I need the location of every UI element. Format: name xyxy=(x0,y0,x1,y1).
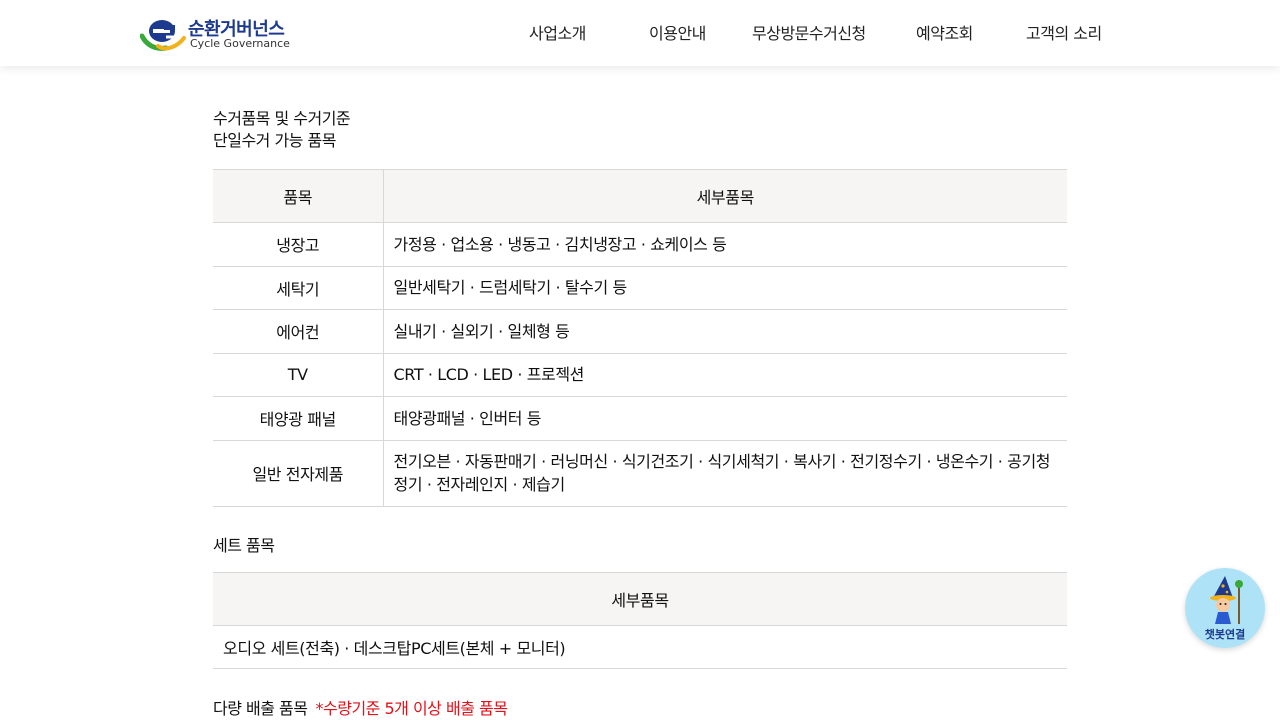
nav-item-business-intro[interactable]: 사업소개 xyxy=(529,20,586,44)
site-header: 순환거버넌스 Cycle Governance 사업소개 이용안내 무상방문수거… xyxy=(0,0,1280,66)
logo-english-text: Cycle Governance xyxy=(190,37,290,50)
header-detail: 세부품목 xyxy=(213,571,1067,626)
wizard-mascot-icon xyxy=(1210,576,1243,624)
detail-cell: 태양광패널 · 인버터 등 xyxy=(383,396,1067,441)
nav-item-usage-guide[interactable]: 이용안내 xyxy=(649,20,706,44)
detail-cell: 실내기 · 실외기 · 일체형 등 xyxy=(383,309,1067,354)
table-row: 일반 전자제품 전기오븐 · 자동판매기 · 러닝머신 · 식기건조기 · 식기… xyxy=(213,440,1067,507)
item-cell: 세탁기 xyxy=(213,266,384,310)
e-logo-icon xyxy=(140,20,186,51)
bulk-items-label: 다량 배출 품목 xyxy=(213,698,308,718)
set-items-table: 세부품목 오디오 세트(전축) · 데스크탑PC세트(본체 + 모니터) xyxy=(213,571,1067,669)
detail-cell: CRT · LCD · LED · 프로젝션 xyxy=(383,353,1067,397)
main-content: 수거품목 및 수거기준 단일수거 가능 품목 품목 세부품목 냉장고 가정용 ·… xyxy=(213,108,1067,720)
detail-cell: 전기오븐 · 자동판매기 · 러닝머신 · 식기건조기 · 식기세척기 · 복사… xyxy=(383,440,1067,507)
section-title-set-items: 세트 품목 xyxy=(213,535,275,555)
nav-item-free-pickup-request[interactable]: 무상방문수거신청 xyxy=(752,20,866,44)
chatbot-button[interactable]: 챗봇연결 xyxy=(1185,568,1265,648)
table-header-row: 세부품목 xyxy=(213,571,1067,626)
item-cell: TV xyxy=(213,353,384,397)
page-title: 수거품목 및 수거기준 xyxy=(213,109,351,128)
header-item: 품목 xyxy=(213,169,384,223)
bulk-items-note: *수량기준 5개 이상 배출 품목 xyxy=(315,698,508,718)
single-items-table: 품목 세부품목 냉장고 가정용 · 업소용 · 냉동고 · 김치냉장고 · 쇼케… xyxy=(213,169,1067,507)
detail-cell: 가정용 · 업소용 · 냉동고 · 김치냉장고 · 쇼케이스 등 xyxy=(383,222,1067,267)
item-cell: 냉장고 xyxy=(213,222,384,267)
site-logo[interactable]: 순환거버넌스 Cycle Governance xyxy=(140,14,300,54)
table-row: 에어컨 실내기 · 실외기 · 일체형 등 xyxy=(213,309,1067,354)
table-row: TV CRT · LCD · LED · 프로젝션 xyxy=(213,353,1067,397)
item-cell: 에어컨 xyxy=(213,309,384,354)
table-row: 세탁기 일반세탁기 · 드럼세탁기 · 탈수기 등 xyxy=(213,266,1067,310)
item-cell: 일반 전자제품 xyxy=(213,440,384,507)
detail-cell: 오디오 세트(전축) · 데스크탑PC세트(본체 + 모니터) xyxy=(213,625,1067,669)
chatbot-label: 챗봇연결 xyxy=(1204,628,1246,641)
table-row: 태양광 패널 태양광패널 · 인버터 등 xyxy=(213,396,1067,441)
table-header-row: 품목 세부품목 xyxy=(213,169,1067,223)
header-detail: 세부품목 xyxy=(383,169,1067,223)
nav-item-customer-voice[interactable]: 고객의 소리 xyxy=(1026,20,1102,44)
table-row: 냉장고 가정용 · 업소용 · 냉동고 · 김치냉장고 · 쇼케이스 등 xyxy=(213,222,1067,267)
section-title-bulk-items: 다량 배출 품목 *수량기준 5개 이상 배출 품목 xyxy=(213,698,1067,720)
detail-cell: 일반세탁기 · 드럼세탁기 · 탈수기 등 xyxy=(383,266,1067,310)
section-title-single-items: 단일수거 가능 품목 xyxy=(213,131,336,150)
table-row: 오디오 세트(전축) · 데스크탑PC세트(본체 + 모니터) xyxy=(213,625,1067,669)
item-cell: 태양광 패널 xyxy=(213,396,384,441)
nav-item-reservation-lookup[interactable]: 예약조회 xyxy=(916,20,973,44)
